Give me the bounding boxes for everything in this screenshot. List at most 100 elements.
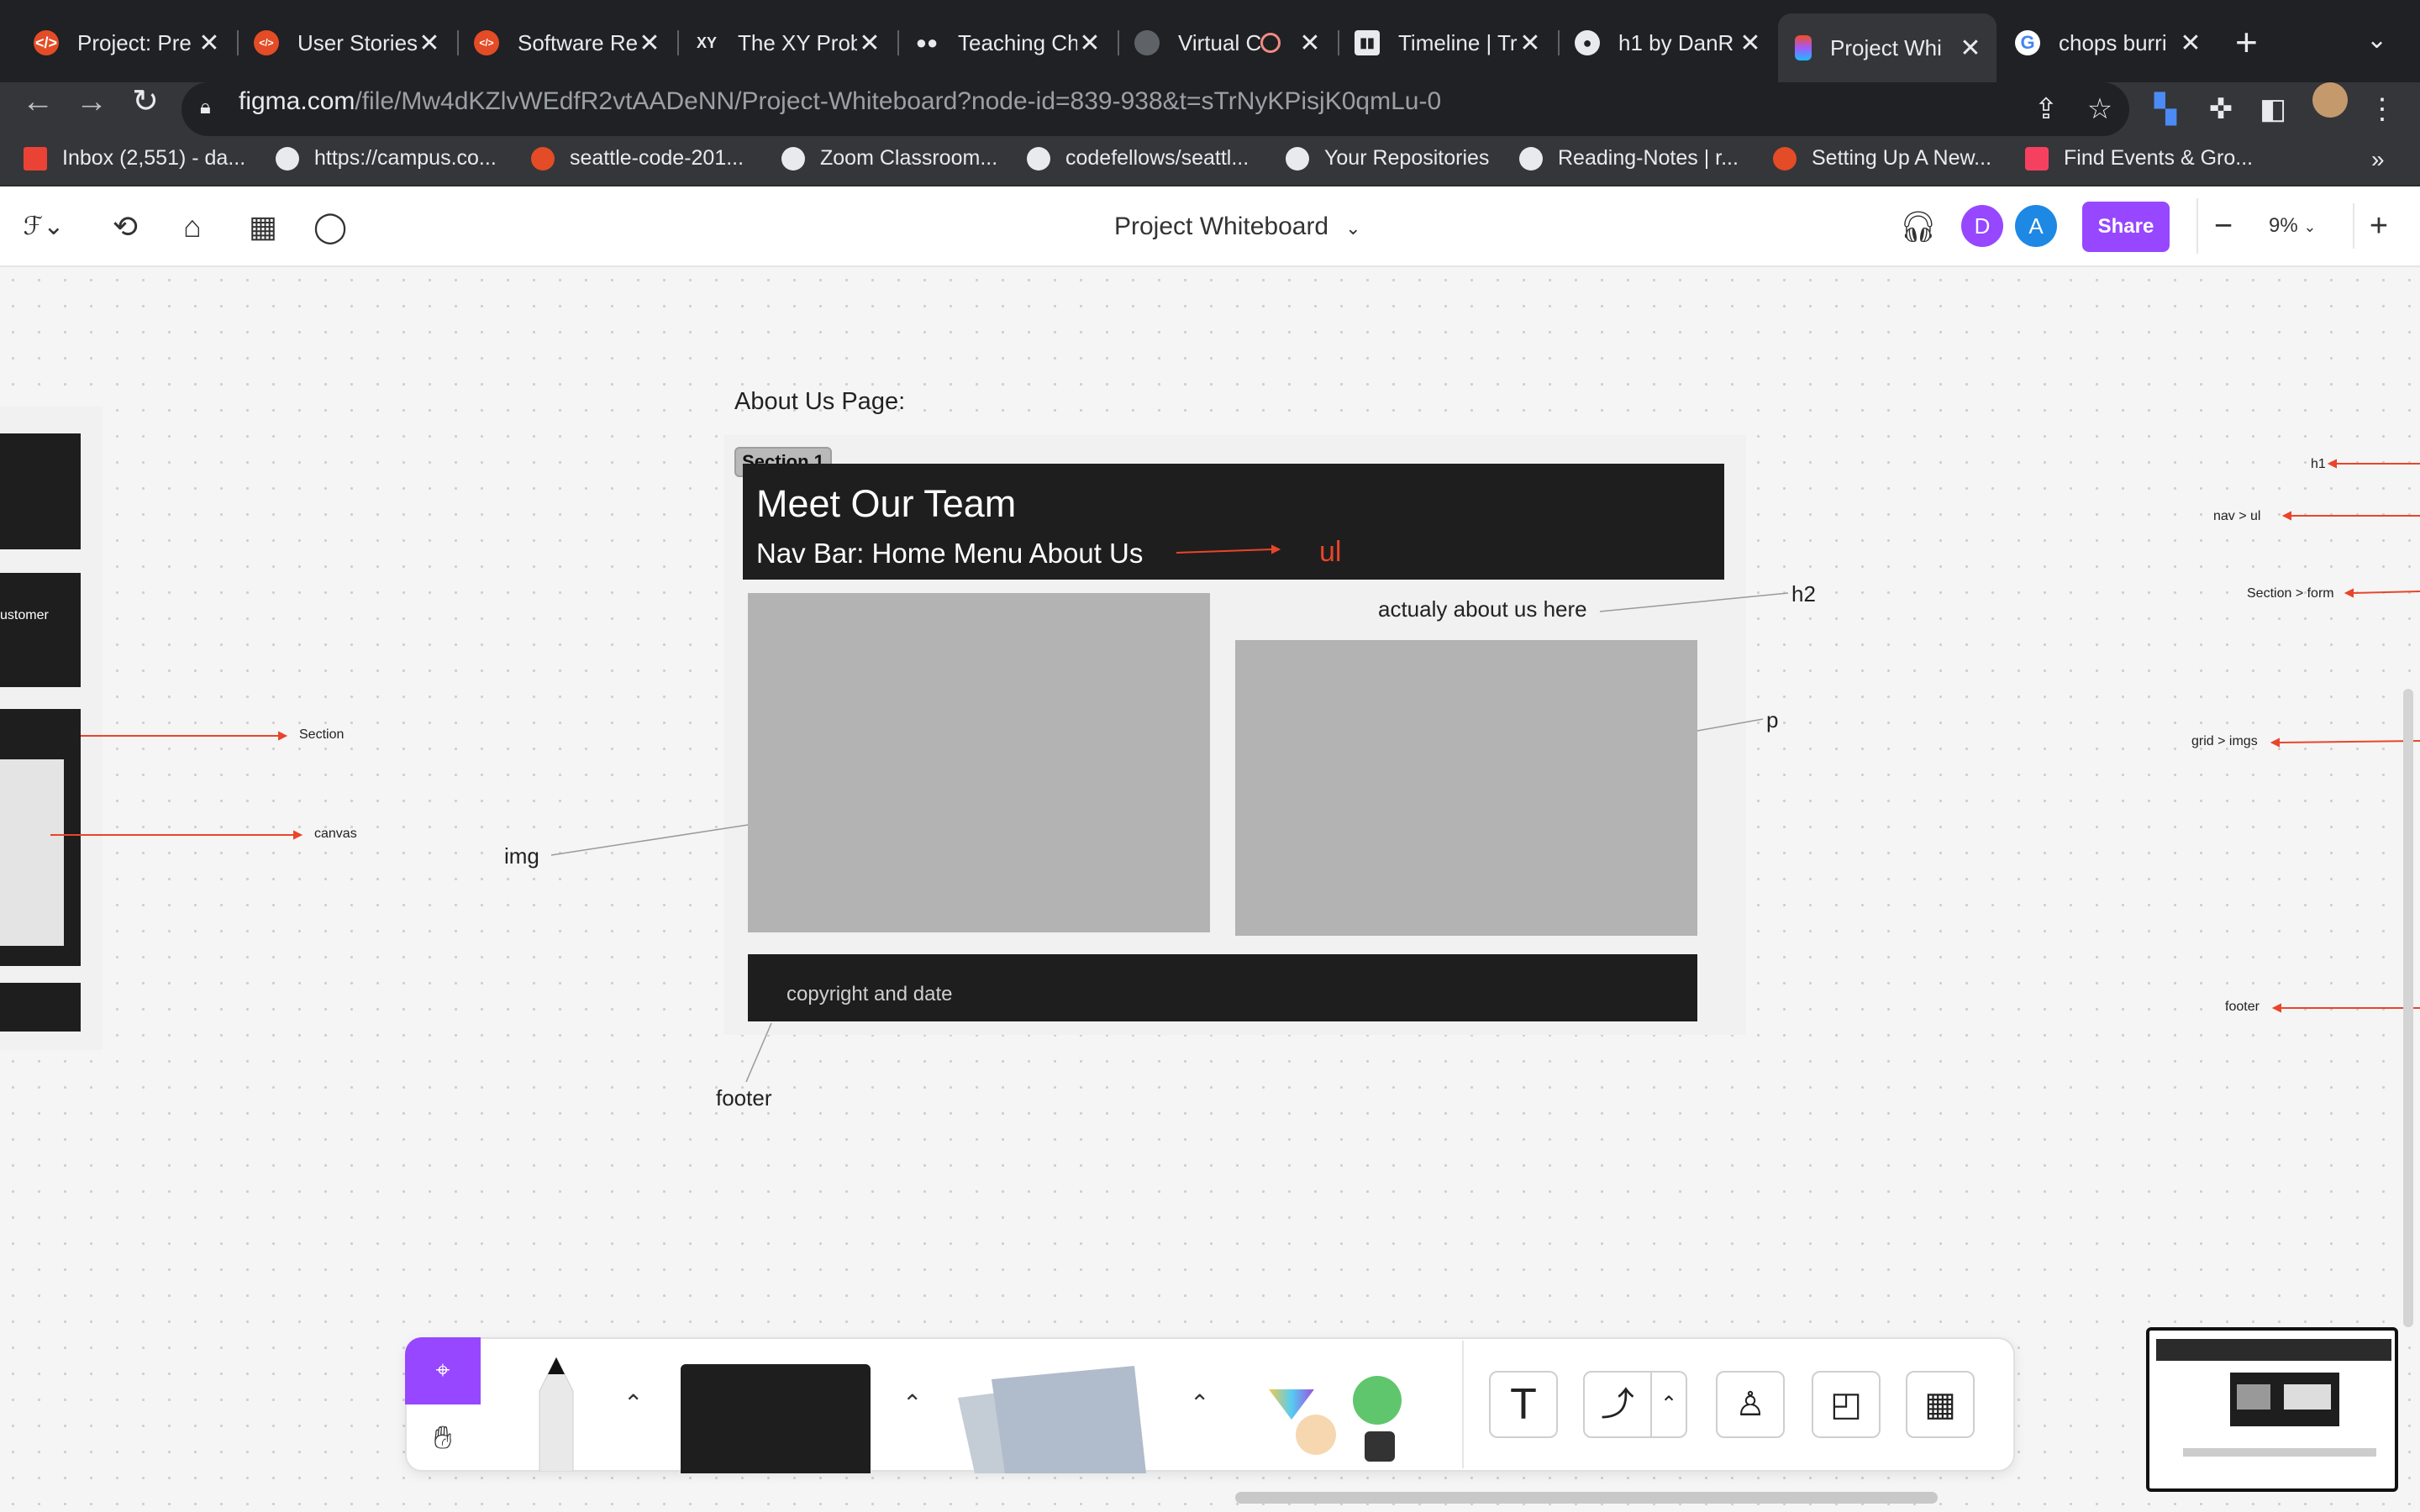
bookmark-item[interactable]: seattle-code-201... [531,146,744,171]
forward-icon[interactable]: → [71,81,113,123]
bookmark-item[interactable]: Your Repositories [1286,146,1489,171]
annotation-section[interactable]: Section [299,727,344,743]
bookmark-item[interactable]: Setting Up A New... [1773,146,1991,171]
ai-tools-icon[interactable]: ⟲ [104,208,146,245]
chevron-up-icon[interactable]: ⌃ [1652,1371,1687,1438]
more-bookmarks-icon[interactable]: » [2371,146,2385,173]
paragraph-placeholder[interactable] [1235,640,1697,936]
close-icon[interactable]: ✕ [417,29,442,58]
minimap[interactable] [2146,1327,2398,1492]
figma-menu-icon[interactable]: ℱ⌄ [18,208,69,245]
bookmark-item[interactable]: Zoom Classroom... [781,146,997,171]
bookmark-item[interactable]: Inbox (2,551) - da... [24,146,245,171]
sticky-note-tool-icon[interactable] [924,1359,1176,1473]
stickers-tool-icon[interactable] [1254,1373,1422,1473]
reload-icon[interactable]: ↻ [124,81,166,123]
bookmark-item[interactable]: https://campus.co... [276,146,497,171]
chevron-up-icon[interactable]: ⌃ [623,1389,643,1417]
close-icon[interactable]: ✕ [1077,29,1102,58]
lock-icon[interactable]: 🔒︎ [200,96,211,119]
header-block[interactable]: Meet Our Team Nav Bar: Home Menu About U… [743,464,1724,580]
tab[interactable]: Virtual C ✕ [1118,18,1336,67]
annotation-p[interactable]: p [1766,707,1778,733]
extension-icon[interactable]: ▚ [2144,84,2186,134]
text-tool-icon[interactable]: T [1489,1371,1558,1438]
bookmark-item[interactable]: Reading-Notes | r... [1519,146,1739,171]
annotation-h1[interactable]: h1 [2311,457,2326,472]
globe-icon [276,146,299,171]
chevron-up-icon[interactable]: ⌃ [1190,1389,1209,1417]
new-tab-icon[interactable]: + [2235,18,2258,66]
annotation-img[interactable]: img [504,843,539,869]
browser-tab-bar: </> Project: Pre ✕ </> User Stories ✕ </… [0,0,2420,82]
tab[interactable]: ▮▮ Timeline | Tr ✕ [1338,18,1556,67]
close-icon[interactable]: ✕ [1518,29,1543,58]
menu-dots-icon[interactable]: ⋮ [2361,84,2403,134]
annotation-right-footer[interactable]: footer [2225,1000,2260,1015]
back-icon[interactable]: ← [17,81,59,123]
tab-title: chops burri [2059,29,2167,55]
share-button[interactable]: Share [2082,202,2170,252]
footer-block[interactable]: copyright and date [748,954,1697,1021]
zoom-out-icon[interactable]: − [2198,203,2249,249]
shape-tool[interactable] [681,1364,871,1473]
move-tool-icon[interactable]: ⌖ [405,1337,481,1404]
close-icon[interactable]: ✕ [1958,34,1983,63]
figma-icon [1795,35,1812,60]
close-icon[interactable]: ✕ [197,29,222,58]
about-text[interactable]: actualy about us here [1378,596,1587,622]
close-icon[interactable]: ✕ [637,29,662,58]
assets-icon[interactable]: ⌂ [171,208,213,245]
close-icon[interactable]: ✕ [857,29,882,58]
pencil-tool-icon[interactable] [521,1357,592,1472]
annotation-footer[interactable]: footer [716,1085,772,1111]
headphones-icon[interactable]: 🎧︎ [1897,208,1939,245]
close-icon[interactable]: ✕ [2178,29,2203,58]
sidepanel-icon[interactable]: ◧ [2252,84,2294,134]
bookmark-star-icon[interactable]: ☆ [2079,84,2121,134]
chevron-down-icon: ⌄ [2303,218,2317,235]
section-tool-icon[interactable]: ◰ [1812,1371,1881,1438]
avatar[interactable]: D [1961,205,2003,247]
bookmark-item[interactable]: codefellows/seattl... [1027,146,1249,171]
annotation-nav-ul[interactable]: nav > ul [2213,509,2260,524]
bookmark-item[interactable]: Find Events & Gro... [2025,146,2253,171]
horizontal-scrollbar[interactable] [1235,1492,1938,1504]
chevron-up-icon[interactable]: ⌃ [902,1389,922,1417]
stamp-tool-icon[interactable]: ♙ [1716,1371,1785,1438]
file-title[interactable]: Project Whiteboard ⌄ [1114,208,1361,247]
image-placeholder[interactable] [748,593,1210,932]
comment-icon[interactable]: ◯ [309,208,351,245]
puzzle-icon[interactable]: ✜ [2200,84,2242,134]
avatar[interactable]: A [2015,205,2057,247]
annotation-section-form[interactable]: Section > form [2247,586,2334,601]
tab[interactable]: ● h1 by DanR ✕ [1558,18,1776,67]
tab[interactable]: </> Software Re ✕ [457,18,676,67]
medium-icon: ●● [915,32,939,53]
tab-title: Virtual C [1178,29,1260,55]
tab[interactable]: ●● Teaching Ch ✕ [897,18,1116,67]
annotation-canvas[interactable]: canvas [314,827,357,842]
annotation-h2[interactable]: h2 [1791,581,1816,607]
page-title[interactable]: About Us Page: [734,388,905,416]
share-page-icon[interactable]: ⇪ [2025,84,2067,134]
zoom-level[interactable]: 9% ⌄ [2269,203,2316,249]
connector-tool-icon[interactable]: ⤴ [1583,1371,1652,1438]
annotation-grid-imgs[interactable]: grid > imgs [2191,734,2258,749]
close-icon[interactable]: ✕ [1297,29,1323,58]
tab[interactable]: </> Project: Pre ✕ [17,18,235,67]
tab[interactable]: XY The XY Prob ✕ [677,18,896,67]
hand-tool-icon[interactable]: ✋︎ [405,1404,481,1472]
tab-active[interactable]: Project Whi ✕ [1778,13,1996,82]
vertical-scrollbar[interactable] [2403,689,2413,1327]
ul-annotation: ul [1319,536,1342,568]
tab[interactable]: G chops burri ✕ [1998,18,2217,67]
templates-icon[interactable]: ▦ [242,208,284,245]
tab[interactable]: </> User Stories ✕ [237,18,455,67]
close-icon[interactable]: ✕ [1738,29,1763,58]
url-text[interactable]: figma.com/file/Mw4dKZlvWEdfR2vtAADeNN/Pr… [239,87,1441,116]
zoom-in-icon[interactable]: + [2353,203,2403,249]
profile-avatar[interactable] [2312,82,2348,118]
table-tool-icon[interactable]: ▦ [1906,1371,1975,1438]
chevron-down-icon[interactable]: ⌄ [2366,25,2387,55]
